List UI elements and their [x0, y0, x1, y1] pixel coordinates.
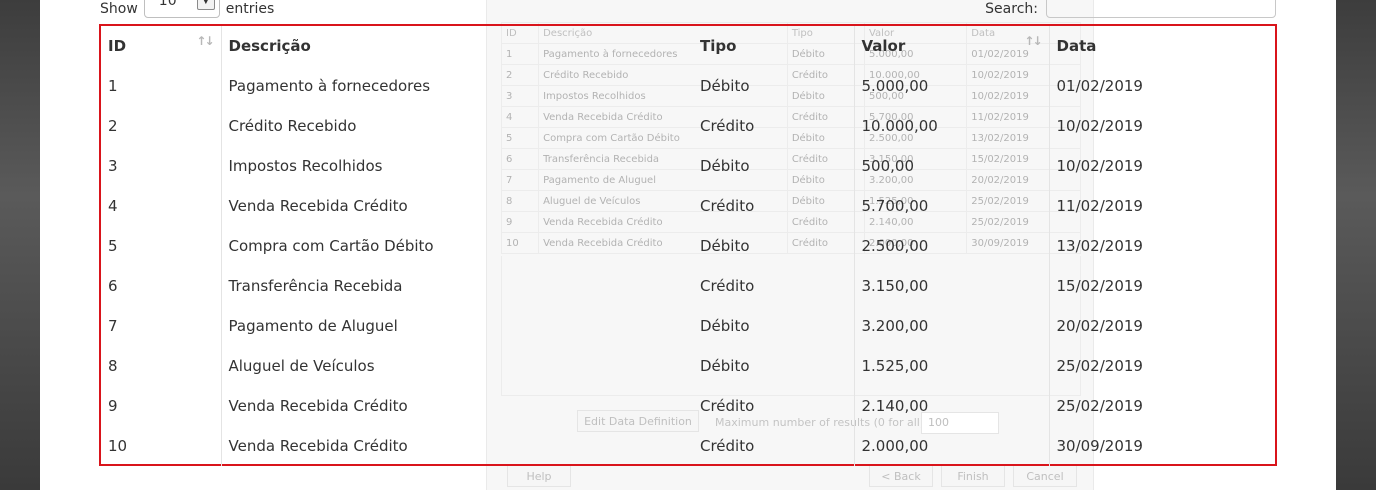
cell-descricao: Venda Recebida Crédito	[228, 397, 408, 415]
cell-valor: 5.700,00	[854, 186, 1050, 226]
sort-icon[interactable]: ↑↓	[1024, 34, 1042, 48]
cell-descricao: Compra com Cartão Débito	[228, 237, 434, 255]
cell-descricao: Aluguel de Veículos	[228, 357, 375, 375]
cell-tipo: Débito	[693, 66, 855, 106]
table-row[interactable]: 7 Pagamento de Aluguel Débito 3.200,00 20/02…	[101, 306, 1275, 346]
cell-id: 6	[101, 266, 222, 306]
cell-data: 15/02/2019	[1056, 277, 1143, 295]
highlighted-table-region: ID ↑↓ Descrição Tipo Valor ↑↓ Data 1 Paga…	[99, 24, 1277, 466]
cell-data: 11/02/2019	[1056, 197, 1143, 215]
column-header-data-label: Data	[1056, 37, 1097, 55]
cell-valor: 3.150,00	[854, 266, 1050, 306]
cell-valor: 1.525,00	[854, 346, 1050, 386]
cell-data: 10/02/2019	[1056, 157, 1143, 175]
column-header-descricao[interactable]: Descrição	[221, 26, 693, 66]
cell-data: 30/09/2019	[1056, 437, 1143, 455]
cell-id: 8	[101, 346, 222, 386]
search-input[interactable]	[1046, 0, 1276, 18]
column-header-descricao-label: Descrição	[228, 37, 311, 55]
table-row[interactable]: 2 Crédito Recebido Crédito 10.000,00 10/02/2…	[101, 106, 1275, 146]
cell-id: 3	[101, 146, 222, 186]
table-header-row: ID ↑↓ Descrição Tipo Valor ↑↓ Data	[101, 26, 1275, 66]
cell-tipo: Crédito	[693, 106, 855, 146]
table-row[interactable]: 3 Impostos Recolhidos Débito 500,00 10/02/20…	[101, 146, 1275, 186]
table-row[interactable]: 4 Venda Recebida Crédito Crédito 5.700,00 11…	[101, 186, 1275, 226]
column-header-id-label: ID	[108, 37, 127, 55]
table-row[interactable]: 1 Pagamento à fornecedores Débito 5.000,00 0…	[101, 66, 1275, 106]
cell-descricao: Impostos Recolhidos	[228, 157, 383, 175]
cell-data: 20/02/2019	[1056, 317, 1143, 335]
cell-tipo: Débito	[693, 306, 855, 346]
table-row[interactable]: 9 Venda Recebida Crédito Crédito 2.140,00 25…	[101, 386, 1275, 426]
transactions-table: ID ↑↓ Descrição Tipo Valor ↑↓ Data 1 Paga…	[101, 26, 1275, 466]
cell-data: 25/02/2019	[1056, 397, 1143, 415]
cell-valor: 500,00	[854, 146, 1050, 186]
cell-descricao: Pagamento de Aluguel	[228, 317, 398, 335]
column-header-valor-label: Valor	[861, 37, 906, 55]
cell-tipo: Débito	[693, 226, 855, 266]
cell-id: 2	[101, 106, 222, 146]
cell-tipo: Crédito	[693, 386, 855, 426]
search-label: Search:	[985, 1, 1038, 17]
cell-id: 4	[101, 186, 222, 226]
cell-tipo: Crédito	[693, 186, 855, 226]
cell-descricao: Venda Recebida Crédito	[228, 437, 408, 455]
cell-data: 10/02/2019	[1056, 117, 1143, 135]
cell-tipo: Crédito	[693, 266, 855, 306]
cell-id: 10	[101, 426, 222, 466]
cell-data: 13/02/2019	[1056, 237, 1143, 255]
column-header-id[interactable]: ID ↑↓	[101, 26, 222, 66]
entries-per-page-value: 10	[158, 0, 177, 9]
cell-id: 7	[101, 306, 222, 346]
cell-valor: 3.200,00	[854, 306, 1050, 346]
cell-valor: 2.140,00	[854, 386, 1050, 426]
table-row[interactable]: 8 Aluguel de Veículos Débito 1.525,00 25/02/…	[101, 346, 1275, 386]
search-control: Search:	[985, 0, 1276, 18]
cell-descricao: Crédito Recebido	[228, 117, 357, 135]
length-control: Show 10 ▼ entries	[100, 0, 274, 18]
cell-valor: 2.500,00	[854, 226, 1050, 266]
cell-descricao: Transferência Recebida	[228, 277, 403, 295]
entries-label: entries	[225, 1, 275, 17]
table-row[interactable]: 5 Compra com Cartão Débito Débito 2.500,00 1…	[101, 226, 1275, 266]
cancel-button[interactable]: Cancel	[1013, 465, 1077, 487]
cell-tipo: Crédito	[693, 426, 855, 466]
cell-data: 01/02/2019	[1056, 77, 1143, 95]
show-label: Show	[100, 1, 138, 17]
cell-tipo: Débito	[693, 146, 855, 186]
cell-data: 25/02/2019	[1056, 357, 1143, 375]
table-row[interactable]: 6 Transferência Recebida Crédito 3.150,00 15…	[101, 266, 1275, 306]
cell-descricao: Pagamento à fornecedores	[228, 77, 431, 95]
help-button[interactable]: Help	[507, 465, 571, 487]
column-header-data[interactable]: Data	[1049, 26, 1275, 66]
cell-valor: 5.000,00	[854, 66, 1050, 106]
table-controls: Show 10 ▼ entries Search:	[100, 0, 1276, 18]
entries-per-page-select[interactable]: 10 ▼	[143, 0, 220, 18]
column-header-valor[interactable]: Valor ↑↓	[854, 26, 1050, 66]
back-button[interactable]: < Back	[869, 465, 933, 487]
chevron-down-icon[interactable]: ▼	[196, 0, 215, 10]
cell-valor: 2.000,00	[854, 426, 1050, 466]
cell-id: 5	[101, 226, 222, 266]
column-header-tipo-label: Tipo	[700, 37, 737, 55]
sort-icon[interactable]: ↑↓	[196, 34, 214, 48]
cell-id: 1	[101, 66, 222, 106]
cell-descricao: Venda Recebida Crédito	[228, 197, 408, 215]
cell-valor: 10.000,00	[854, 106, 1050, 146]
cell-id: 9	[101, 386, 222, 426]
column-header-tipo[interactable]: Tipo	[693, 26, 855, 66]
cell-tipo: Débito	[693, 346, 855, 386]
table-row[interactable]: 10 Venda Recebida Crédito Crédito 2.000,00 3…	[101, 426, 1275, 466]
finish-button[interactable]: Finish	[941, 465, 1005, 487]
